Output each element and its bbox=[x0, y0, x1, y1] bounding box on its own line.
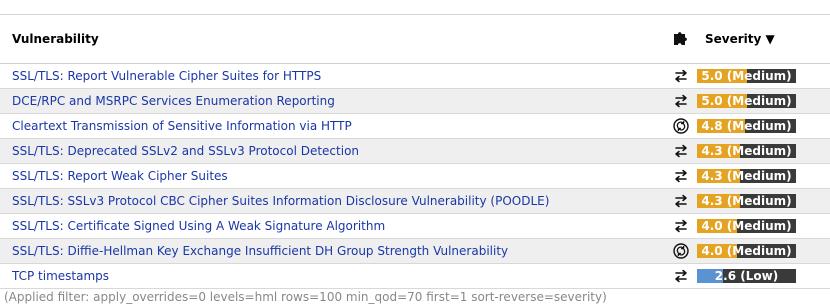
severity-bar: 4.3 (Medium) bbox=[697, 194, 796, 208]
arrows-exchange-icon bbox=[673, 144, 689, 158]
vulnerability-link[interactable]: SSL/TLS: Deprecated SSLv2 and SSLv3 Prot… bbox=[12, 144, 359, 158]
severity-label: 4.3 (Medium) bbox=[701, 144, 792, 158]
severity-label: 4.3 (Medium) bbox=[701, 194, 792, 208]
puzzle-piece-icon bbox=[672, 31, 690, 50]
results-table: Vulnerability Severity ▼ SSL/TLS: Report… bbox=[0, 15, 830, 289]
vulnerability-column-header[interactable]: Vulnerability bbox=[0, 15, 664, 64]
severity-label: 2.6 (Low) bbox=[714, 269, 779, 283]
vulnerability-cell: SSL/TLS: Certificate Signed Using A Weak… bbox=[0, 213, 664, 239]
arrows-exchange-icon bbox=[673, 269, 689, 283]
vulnerability-cell: SSL/TLS: SSLv3 Protocol CBC Cipher Suite… bbox=[0, 188, 664, 214]
table-row: SSL/TLS: Diffie-Hellman Key Exchange Ins… bbox=[0, 238, 830, 264]
severity-cell: 4.3 (Medium) bbox=[697, 188, 830, 214]
vulnerability-link[interactable]: TCP timestamps bbox=[12, 269, 109, 283]
refresh-circle-icon bbox=[672, 243, 689, 259]
table-row: SSL/TLS: Report Weak Cipher Suites 4.3 (M… bbox=[0, 163, 830, 189]
vulnerability-link[interactable]: DCE/RPC and MSRPC Services Enumeration R… bbox=[12, 94, 335, 108]
severity-bar: 4.0 (Medium) bbox=[697, 219, 796, 233]
severity-cell: 4.0 (Medium) bbox=[697, 238, 830, 264]
vulnerability-cell: SSL/TLS: Deprecated SSLv2 and SSLv3 Prot… bbox=[0, 138, 664, 164]
qod-cell bbox=[664, 113, 697, 139]
severity-label: 4.0 (Medium) bbox=[701, 244, 792, 258]
table-row: TCP timestamps 2.6 (Low) bbox=[0, 263, 830, 289]
severity-cell: 4.8 (Medium) bbox=[697, 113, 830, 139]
vulnerability-link[interactable]: SSL/TLS: SSLv3 Protocol CBC Cipher Suite… bbox=[12, 194, 549, 208]
qod-cell bbox=[664, 63, 697, 89]
table-row: SSL/TLS: Certificate Signed Using A Weak… bbox=[0, 213, 830, 239]
severity-bar: 2.6 (Low) bbox=[697, 269, 796, 283]
severity-label: 4.0 (Medium) bbox=[701, 219, 792, 233]
severity-bar: 4.0 (Medium) bbox=[697, 244, 796, 258]
severity-bar: 4.8 (Medium) bbox=[697, 119, 796, 133]
table-row: SSL/TLS: SSLv3 Protocol CBC Cipher Suite… bbox=[0, 188, 830, 214]
severity-label: 4.8 (Medium) bbox=[701, 119, 792, 133]
qod-cell bbox=[664, 238, 697, 264]
severity-cell: 4.3 (Medium) bbox=[697, 163, 830, 189]
qod-cell bbox=[664, 213, 697, 239]
vulnerability-link[interactable]: Cleartext Transmission of Sensitive Info… bbox=[12, 119, 352, 133]
vulnerability-cell: SSL/TLS: Diffie-Hellman Key Exchange Ins… bbox=[0, 238, 664, 264]
severity-label: 4.3 (Medium) bbox=[701, 169, 792, 183]
severity-bar: 4.3 (Medium) bbox=[697, 144, 796, 158]
arrows-exchange-icon bbox=[673, 169, 689, 183]
vulnerability-link[interactable]: SSL/TLS: Diffie-Hellman Key Exchange Ins… bbox=[12, 244, 508, 258]
refresh-circle-icon bbox=[672, 118, 689, 134]
vulnerability-cell: SSL/TLS: Report Weak Cipher Suites bbox=[0, 163, 664, 189]
vulnerability-cell: Cleartext Transmission of Sensitive Info… bbox=[0, 113, 664, 139]
arrows-exchange-icon bbox=[673, 219, 689, 233]
severity-bar: 5.0 (Medium) bbox=[697, 94, 796, 108]
table-header-row: Vulnerability Severity ▼ bbox=[0, 15, 830, 64]
arrows-exchange-icon bbox=[673, 94, 689, 108]
vulnerability-link[interactable]: SSL/TLS: Report Vulnerable Cipher Suites… bbox=[12, 69, 321, 83]
table-row: DCE/RPC and MSRPC Services Enumeration R… bbox=[0, 88, 830, 114]
severity-cell: 4.0 (Medium) bbox=[697, 213, 830, 239]
severity-column-header[interactable]: Severity ▼ bbox=[697, 15, 830, 64]
vulnerability-cell: DCE/RPC and MSRPC Services Enumeration R… bbox=[0, 88, 664, 114]
severity-bar: 4.3 (Medium) bbox=[697, 169, 796, 183]
table-row: SSL/TLS: Deprecated SSLv2 and SSLv3 Prot… bbox=[0, 138, 830, 164]
severity-cell: 5.0 (Medium) bbox=[697, 63, 830, 89]
qod-column-header[interactable] bbox=[664, 15, 697, 64]
severity-label: 5.0 (Medium) bbox=[701, 94, 792, 108]
qod-cell bbox=[664, 138, 697, 164]
table-row: Cleartext Transmission of Sensitive Info… bbox=[0, 113, 830, 139]
vulnerability-cell: SSL/TLS: Report Vulnerable Cipher Suites… bbox=[0, 63, 664, 89]
severity-bar: 5.0 (Medium) bbox=[697, 69, 796, 83]
severity-cell: 5.0 (Medium) bbox=[697, 88, 830, 114]
qod-cell bbox=[664, 263, 697, 289]
vulnerability-link[interactable]: SSL/TLS: Report Weak Cipher Suites bbox=[12, 169, 228, 183]
vulnerability-cell: TCP timestamps bbox=[0, 263, 664, 289]
severity-cell: 2.6 (Low) bbox=[697, 263, 830, 289]
severity-label: 5.0 (Medium) bbox=[701, 69, 792, 83]
table-row: SSL/TLS: Report Vulnerable Cipher Suites… bbox=[0, 63, 830, 89]
qod-cell bbox=[664, 163, 697, 189]
arrows-exchange-icon bbox=[673, 194, 689, 208]
arrows-exchange-icon bbox=[673, 69, 689, 83]
qod-cell bbox=[664, 88, 697, 114]
severity-cell: 4.3 (Medium) bbox=[697, 138, 830, 164]
qod-cell bbox=[664, 188, 697, 214]
vulnerability-link[interactable]: SSL/TLS: Certificate Signed Using A Weak… bbox=[12, 219, 385, 233]
